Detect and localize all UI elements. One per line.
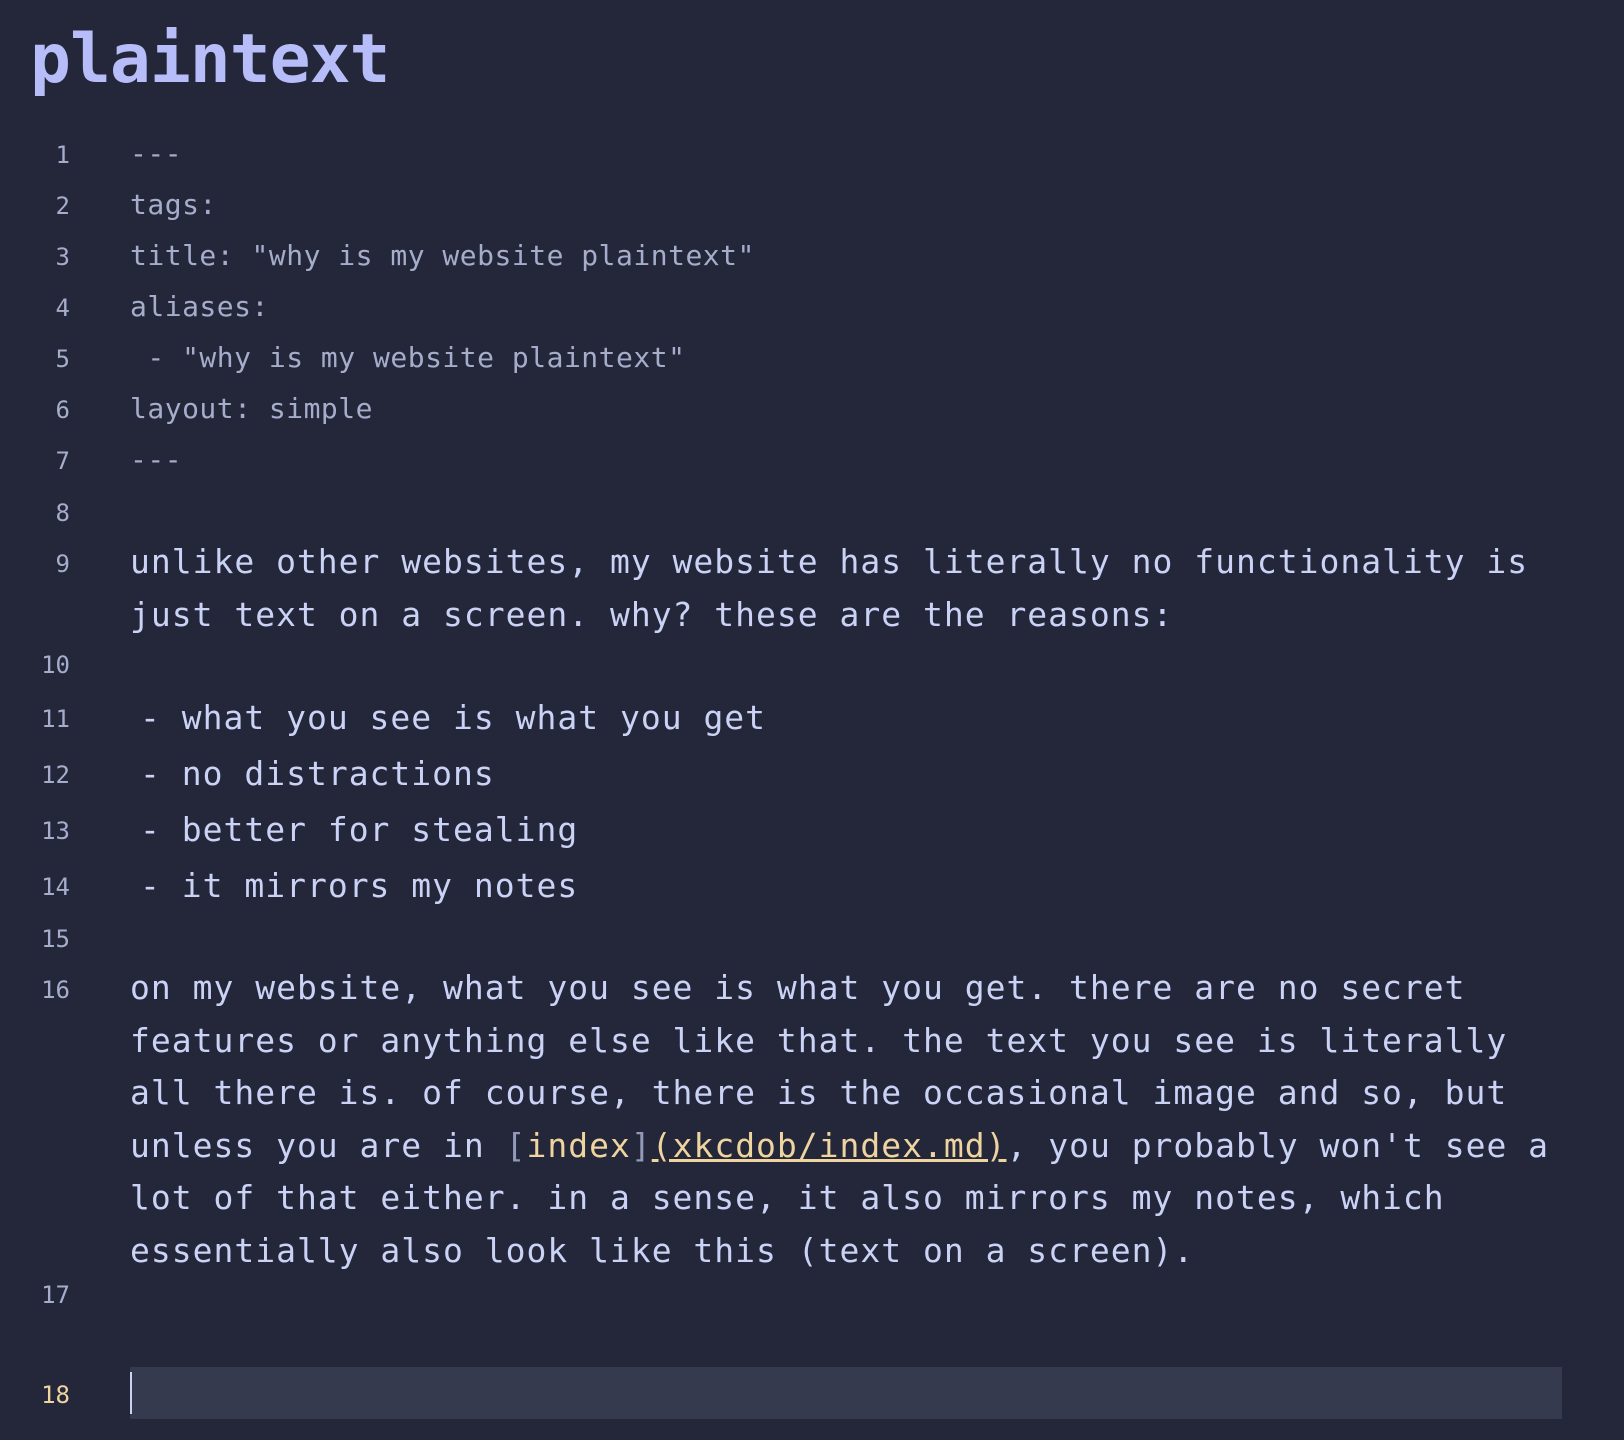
line-number: 3 <box>55 243 70 271</box>
line-number: 6 <box>55 396 70 424</box>
line-number: 9 <box>55 550 70 578</box>
bullet-dash: - <box>140 866 182 905</box>
line-number: 4 <box>55 294 70 322</box>
line-number: 7 <box>55 447 70 475</box>
line-number: 14 <box>41 873 70 901</box>
paragraph-intro[interactable]: unlike other websites, my website has li… <box>130 536 1550 641</box>
line-number: 12 <box>41 761 70 789</box>
line-number: 8 <box>55 499 70 527</box>
list-item[interactable]: - it mirrors my notes <box>140 860 1580 913</box>
frontmatter-title[interactable]: title: "why is my website plaintext" <box>130 236 1570 276</box>
list-item-text: better for stealing <box>181 810 579 849</box>
list-item[interactable]: - better for stealing <box>140 804 1580 857</box>
link-bracket-close: ] <box>630 1125 652 1165</box>
line-number: 2 <box>55 192 70 220</box>
line-number: 10 <box>41 651 70 679</box>
frontmatter-delimiter[interactable]: --- <box>130 440 1570 480</box>
line-number: 13 <box>41 817 70 845</box>
line-number: 15 <box>41 925 70 953</box>
bullet-dash: - <box>140 698 182 737</box>
link-bracket-open: [ <box>505 1125 527 1165</box>
bullet-dash: - <box>140 754 182 793</box>
link-url[interactable]: (xkcdob/index.md) <box>652 1126 1007 1165</box>
list-item-text: it mirrors my notes <box>181 866 579 905</box>
list-item-text: what you see is what you get <box>181 698 767 737</box>
list-item-text: no distractions <box>181 754 495 793</box>
paragraph-main[interactable]: on my website, what you see is what you … <box>130 962 1550 1277</box>
line-number: 16 <box>41 976 70 1004</box>
line-number: 1 <box>55 141 70 169</box>
frontmatter-delimiter[interactable]: --- <box>130 134 1570 174</box>
current-line-highlight <box>130 1367 1562 1419</box>
link-text[interactable]: index <box>527 1126 631 1165</box>
text-cursor <box>130 1372 132 1414</box>
list-item[interactable]: - what you see is what you get <box>140 692 1580 745</box>
bullet-dash: - <box>140 810 182 849</box>
frontmatter-layout[interactable]: layout: simple <box>130 389 1570 429</box>
frontmatter-alias-item[interactable]: - "why is my website plaintext" <box>130 338 1570 378</box>
line-number: 5 <box>55 345 70 373</box>
line-number: 11 <box>41 705 70 733</box>
editor[interactable]: 1 --- 2 tags: 3 title: "why is my websit… <box>0 0 1624 1440</box>
list-item[interactable]: - no distractions <box>140 748 1580 801</box>
frontmatter-aliases[interactable]: aliases: <box>130 287 1570 327</box>
line-number: 17 <box>41 1281 70 1309</box>
frontmatter-tags[interactable]: tags: <box>130 185 1570 225</box>
line-number-active: 18 <box>41 1381 70 1409</box>
